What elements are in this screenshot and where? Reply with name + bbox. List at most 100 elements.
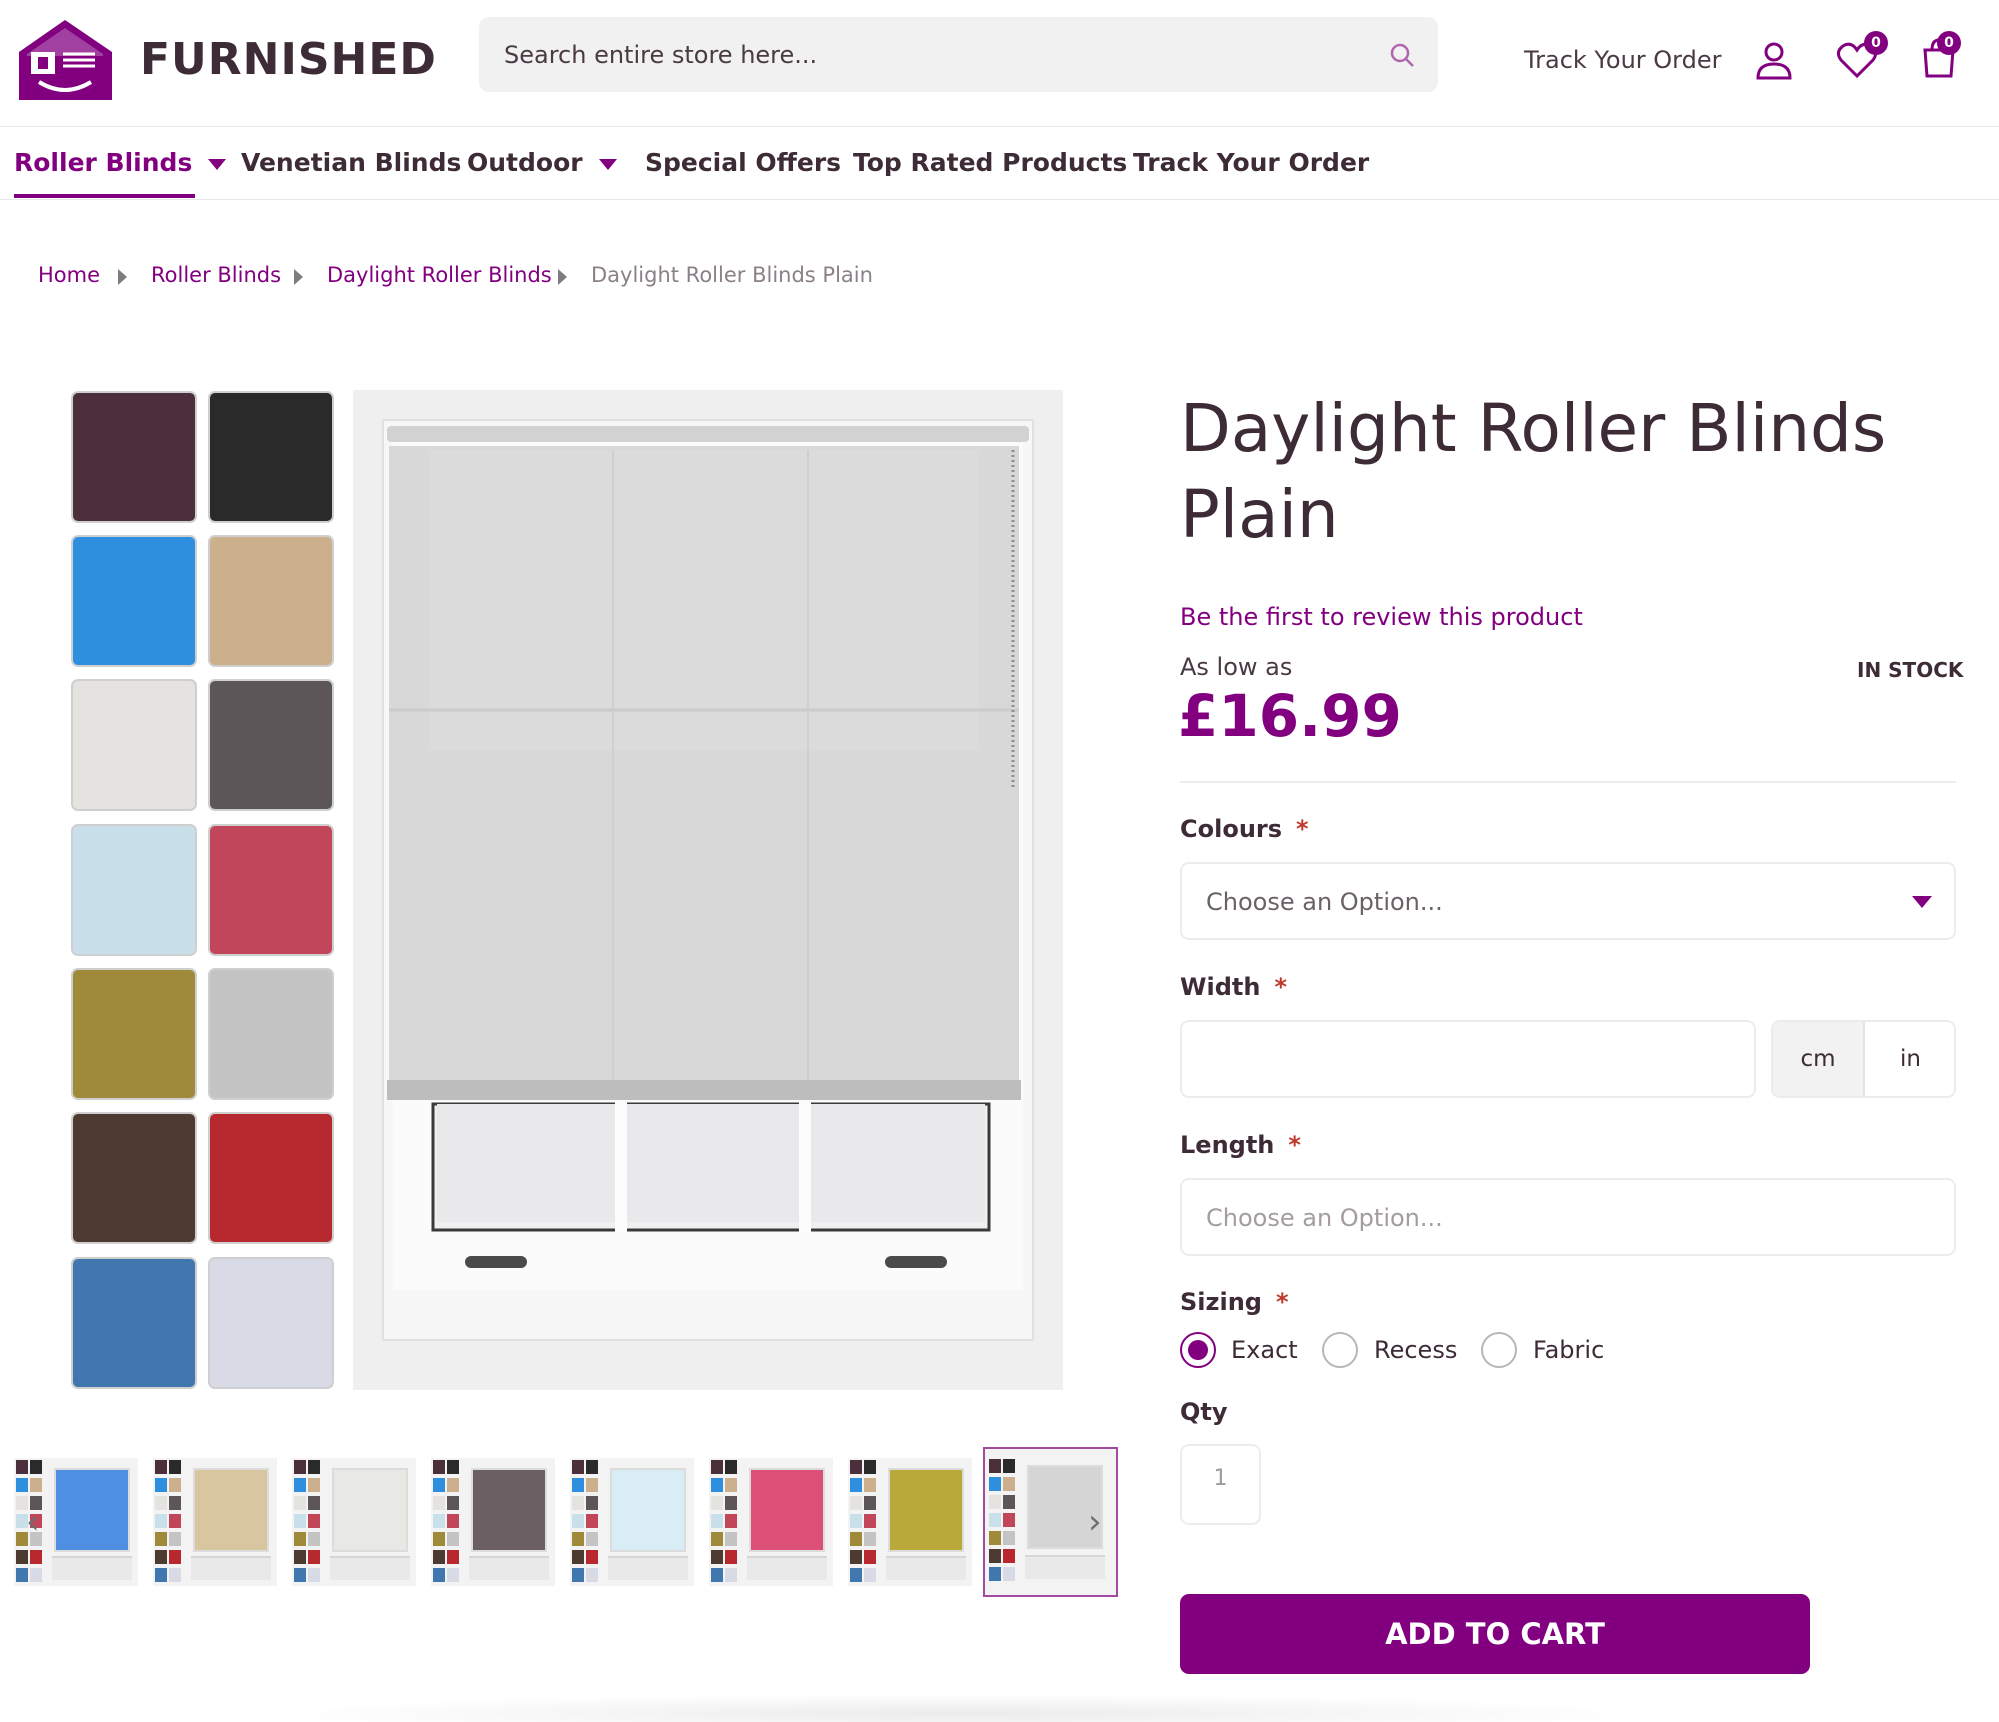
furnished-logo[interactable] (17, 18, 114, 102)
thumb-swatch (711, 1478, 723, 1492)
chevron-down-icon (208, 158, 227, 170)
thumb-swatch (155, 1532, 167, 1546)
sizing-option-label[interactable]: Fabric (1533, 1336, 1604, 1364)
unit-cm-button[interactable]: cm (1773, 1022, 1865, 1096)
thumb-swatch (433, 1460, 445, 1474)
thumb-swatch (308, 1532, 320, 1546)
thumb-swatch (308, 1514, 320, 1528)
colour-swatch[interactable] (71, 535, 197, 667)
colours-select-value: Choose an Option... (1206, 888, 1443, 916)
colour-swatch[interactable] (71, 824, 197, 956)
carousel-next-chevron-icon[interactable]: › (1088, 1502, 1102, 1542)
unit-toggle[interactable]: cm in (1771, 1020, 1956, 1098)
sizing-option-label[interactable]: Exact (1231, 1336, 1298, 1364)
gallery-thumbnail[interactable] (709, 1458, 833, 1586)
main-product-image[interactable] (353, 390, 1063, 1390)
breadcrumb-home[interactable]: Home (38, 263, 100, 287)
chevron-down-icon (598, 158, 617, 170)
colour-swatch[interactable] (208, 391, 334, 523)
gallery-thumbnail[interactable] (153, 1458, 277, 1586)
colour-swatch[interactable] (71, 1257, 197, 1389)
product-title: Daylight Roller Blinds Plain (1180, 390, 1887, 553)
thumb-blind (54, 1468, 130, 1552)
required-asterisk: * (1275, 1288, 1289, 1316)
review-link[interactable]: Be the first to review this product (1180, 603, 1583, 631)
carousel-prev-chevron-icon[interactable]: ‹ (26, 1502, 40, 1542)
thumb-swatch (711, 1496, 723, 1510)
thumb-swatch (16, 1550, 28, 1564)
thumb-swatch (433, 1568, 445, 1582)
length-label: Length * (1180, 1131, 1301, 1159)
account-icon[interactable] (1752, 38, 1796, 82)
colour-swatch[interactable] (71, 1112, 197, 1244)
colours-select[interactable]: Choose an Option... (1180, 862, 1956, 940)
chevron-down-icon (1912, 896, 1932, 908)
breadcrumb-separator-icon (294, 269, 303, 285)
nav-item-roller-blinds[interactable]: Roller Blinds (14, 148, 227, 177)
brand-name[interactable]: FURNISHED (140, 34, 437, 85)
add-to-cart-button[interactable]: ADD TO CART (1180, 1594, 1810, 1674)
sizing-option-label[interactable]: Recess (1374, 1336, 1457, 1364)
colour-swatch[interactable] (208, 535, 334, 667)
colour-swatch[interactable] (208, 1257, 334, 1389)
nav-bottom-border (0, 199, 1999, 200)
nav-item-outdoor[interactable]: Outdoor (467, 148, 617, 177)
gallery-thumbnail[interactable] (431, 1458, 555, 1586)
thumb-blind (193, 1468, 269, 1552)
nav-item-venetian-blinds[interactable]: Venetian Blinds (241, 148, 461, 177)
colour-swatch[interactable] (208, 968, 334, 1100)
nav-item-special-offers[interactable]: Special Offers (645, 148, 841, 177)
colour-swatch[interactable] (208, 824, 334, 956)
search-input[interactable]: Search entire store here... (504, 41, 817, 69)
colour-swatch[interactable] (71, 679, 197, 811)
thumb-swatch (30, 1460, 42, 1474)
thumb-swatch (30, 1568, 42, 1582)
thumb-swatch (850, 1496, 862, 1510)
colour-swatch[interactable] (71, 391, 197, 523)
sizing-radio-exact[interactable] (1180, 1332, 1216, 1368)
track-order-link[interactable]: Track Your Order (1524, 46, 1722, 74)
thumb-swatch (155, 1550, 167, 1564)
gallery-thumbnail[interactable] (292, 1458, 416, 1586)
price-divider (1180, 781, 1956, 783)
thumb-swatch (586, 1496, 598, 1510)
thumb-swatch (725, 1532, 737, 1546)
qty-input[interactable]: 1 (1180, 1444, 1261, 1525)
thumb-swatch (433, 1478, 445, 1492)
sizing-label-text: Sizing (1180, 1288, 1262, 1316)
active-nav-indicator (14, 194, 195, 198)
gallery-thumbnail[interactable] (570, 1458, 694, 1586)
colour-swatch[interactable] (71, 968, 197, 1100)
sizing-radio-recess[interactable] (1322, 1332, 1358, 1368)
unit-in-button[interactable]: in (1865, 1022, 1954, 1096)
thumb-swatch (989, 1459, 1001, 1473)
qty-label: Qty (1180, 1398, 1228, 1426)
nav-item-label: Roller Blinds (14, 148, 193, 177)
thumb-blind (749, 1468, 825, 1552)
sizing-radio-fabric[interactable] (1481, 1332, 1517, 1368)
thumb-swatch (433, 1514, 445, 1528)
breadcrumb-daylight-roller-blinds[interactable]: Daylight Roller Blinds (327, 263, 552, 287)
colour-swatch[interactable] (208, 1112, 334, 1244)
width-input[interactable] (1180, 1020, 1756, 1098)
length-select[interactable]: Choose an Option... (1180, 1178, 1956, 1256)
gallery-thumbnail[interactable] (848, 1458, 972, 1586)
thumb-swatch (586, 1568, 598, 1582)
thumb-swatch (169, 1496, 181, 1510)
thumb-swatch (989, 1549, 1001, 1563)
thumb-swatch (864, 1496, 876, 1510)
nav-top-border (0, 126, 1999, 127)
breadcrumb-roller-blinds[interactable]: Roller Blinds (151, 263, 281, 287)
search-icon[interactable] (1388, 41, 1416, 69)
breadcrumb-separator-icon (558, 269, 567, 285)
thumb-swatch (30, 1478, 42, 1492)
thumb-swatch (447, 1568, 459, 1582)
thumb-swatch (308, 1550, 320, 1564)
nav-item-track-your-order[interactable]: Track Your Order (1133, 148, 1369, 177)
thumb-window (469, 1556, 549, 1580)
search-bar[interactable]: Search entire store here... (479, 17, 1438, 92)
thumb-swatch (989, 1513, 1001, 1527)
colour-swatch[interactable] (208, 679, 334, 811)
nav-item-top-rated-products[interactable]: Top Rated Products (853, 148, 1127, 177)
thumb-swatch (1003, 1549, 1015, 1563)
